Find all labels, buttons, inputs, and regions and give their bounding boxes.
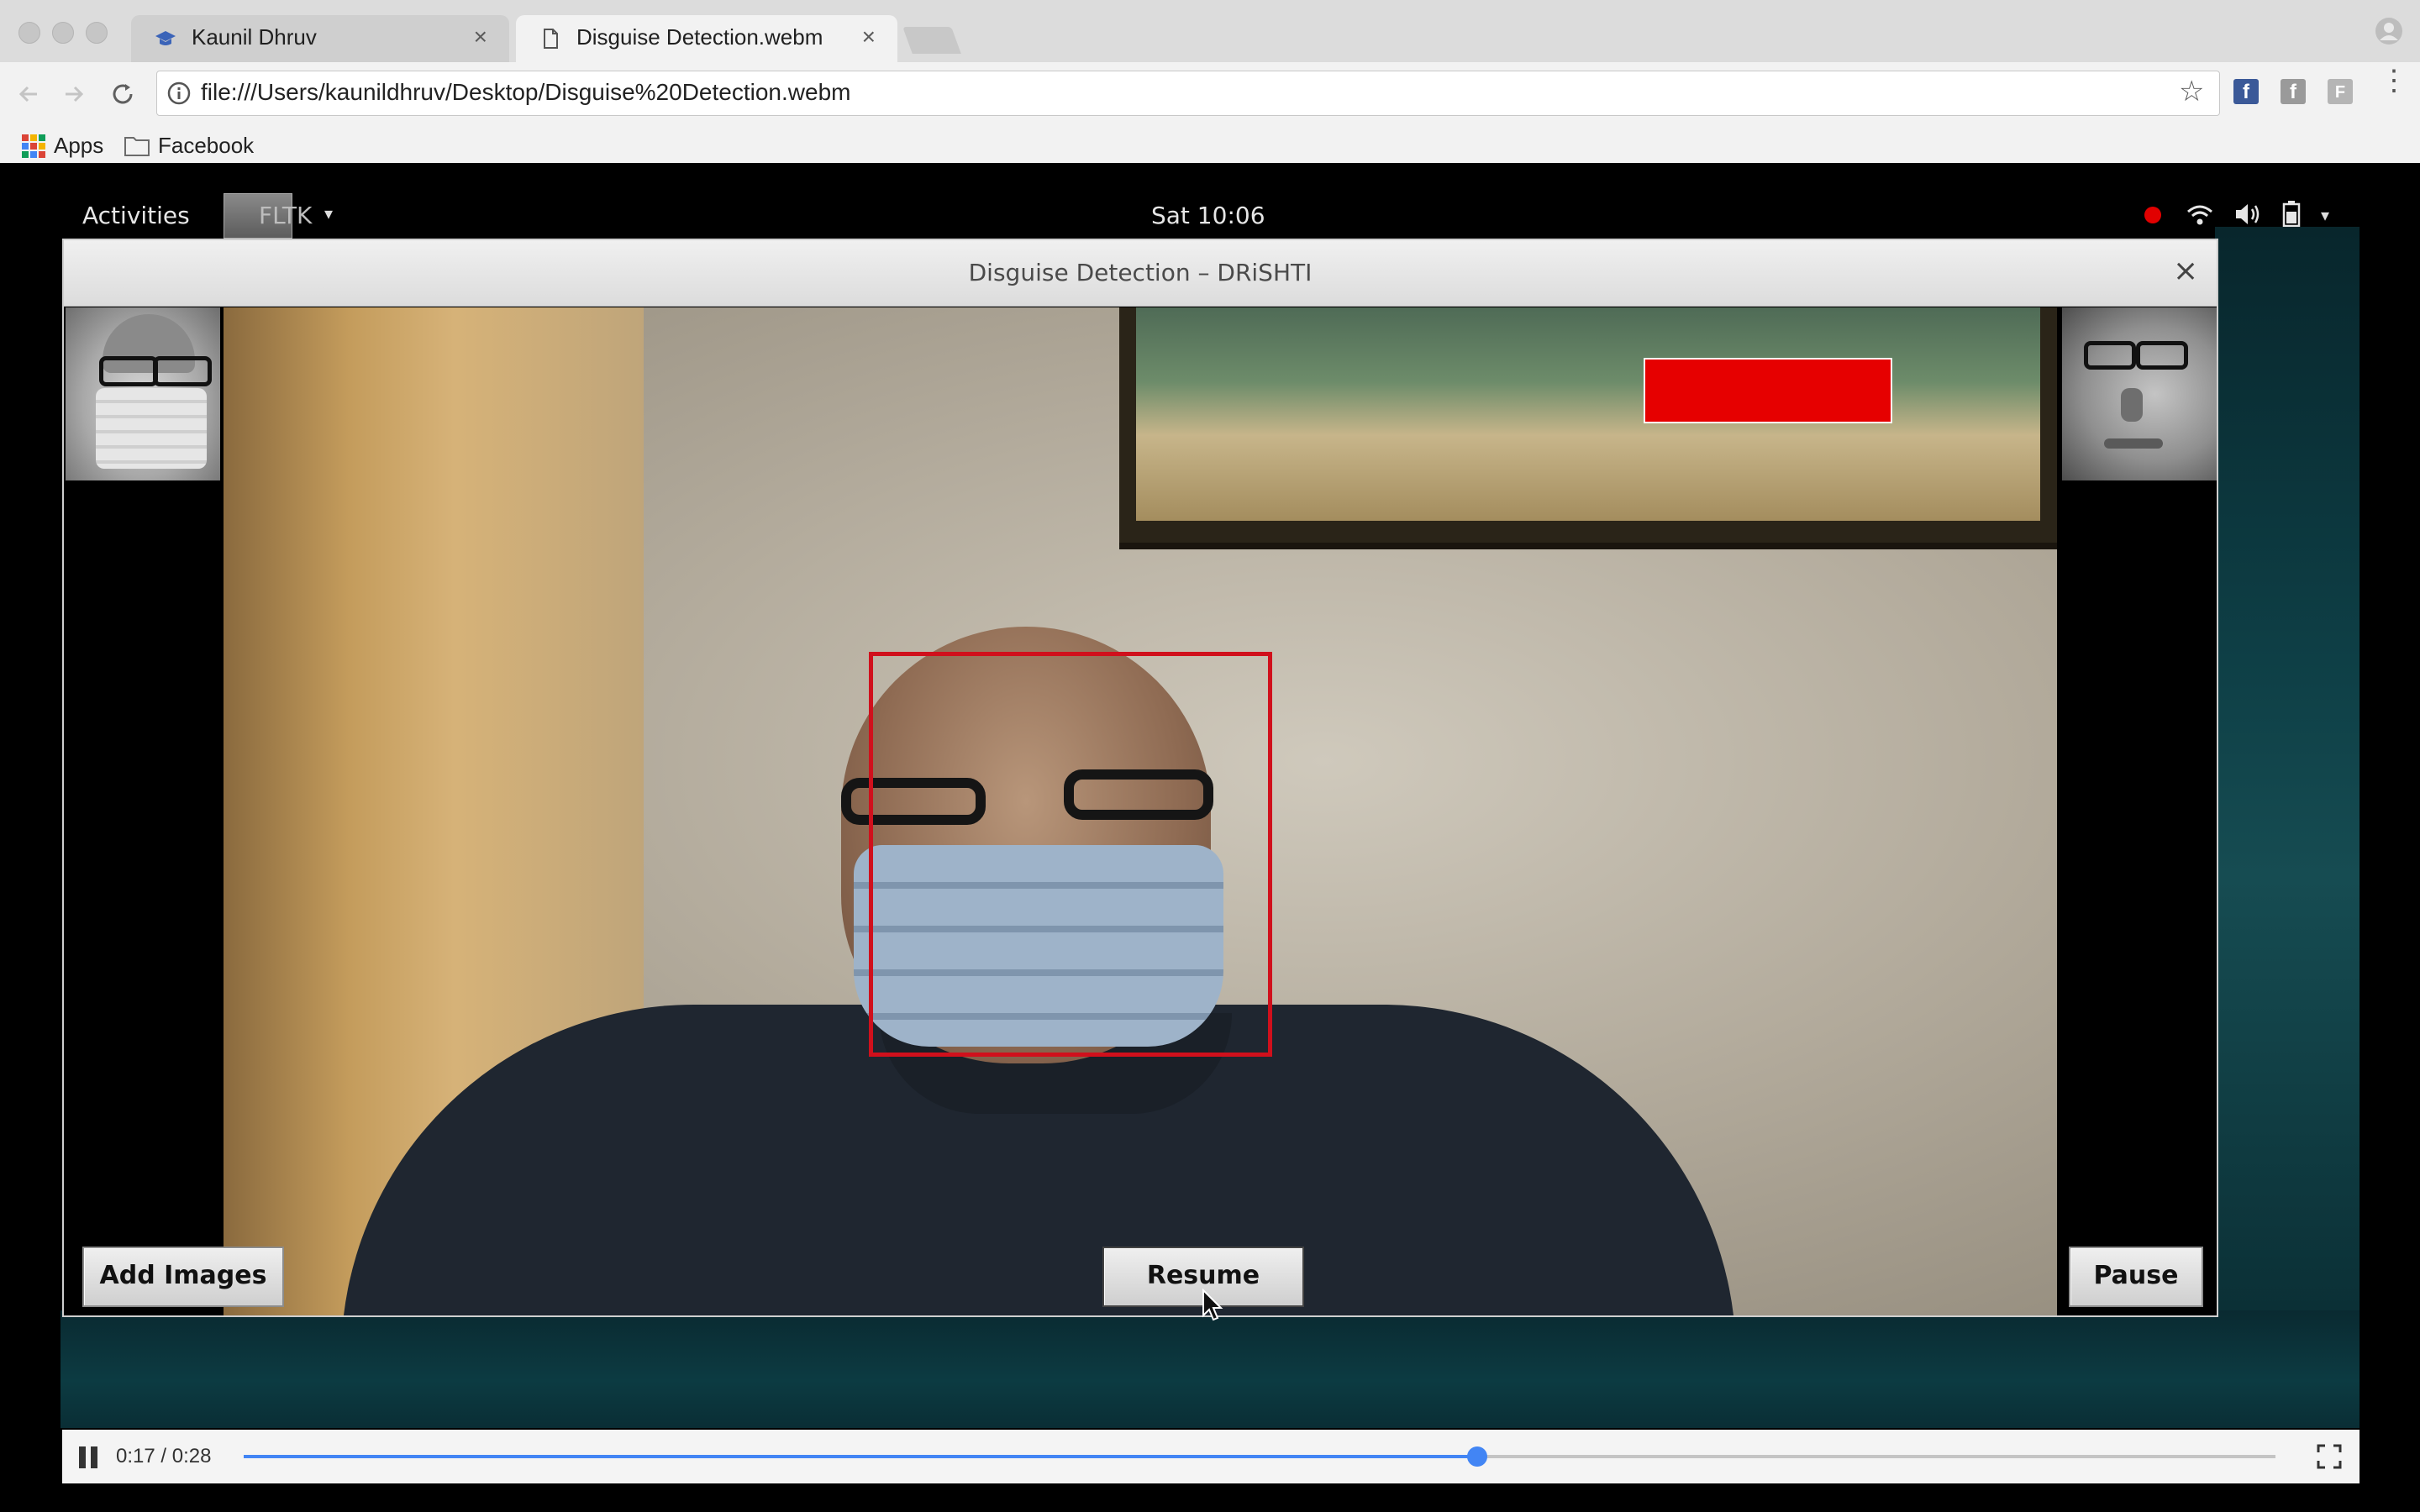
seek-bar-progress	[244, 1455, 1477, 1458]
tab-close-icon[interactable]: ×	[474, 24, 487, 50]
close-window-icon[interactable]	[18, 22, 40, 44]
minimize-window-icon[interactable]	[52, 22, 74, 44]
mouse-cursor-icon	[1202, 1289, 1223, 1321]
zoom-window-icon[interactable]	[86, 22, 108, 44]
time-display: 0:17 / 0:28	[116, 1445, 212, 1467]
tab-title: Disguise Detection.webm	[576, 24, 823, 50]
disguise-detection-window: Disguise Detection – DRiSHTI × Add Image…	[62, 239, 2218, 1317]
wifi-icon[interactable]	[2186, 203, 2213, 227]
browser-tab-strip: Kaunil Dhruv × Disguise Detection.webm ×	[0, 0, 2420, 62]
seek-bar[interactable]	[244, 1446, 2275, 1467]
video-controls: 0:17 / 0:28	[62, 1430, 2360, 1483]
graduation-cap-icon	[155, 31, 176, 45]
pause-button[interactable]: Pause	[2069, 1247, 2203, 1307]
profile-icon[interactable]	[2375, 17, 2403, 45]
system-menu-chevron-icon[interactable]: ▾	[2321, 205, 2329, 225]
fullscreen-icon[interactable]	[2316, 1443, 2343, 1470]
bookmarks-bar: Apps Facebook	[0, 126, 2420, 164]
tab-kaunil-dhruv[interactable]: Kaunil Dhruv ×	[131, 15, 509, 62]
window-titlebar: Disguise Detection – DRiSHTI ×	[64, 240, 2217, 307]
tab-close-icon[interactable]: ×	[862, 24, 876, 50]
extension-f-icon[interactable]: F	[2328, 79, 2353, 104]
document-icon	[544, 29, 558, 49]
new-tab-button[interactable]	[902, 27, 961, 54]
folder-icon	[124, 137, 150, 156]
back-arrow-icon[interactable]	[15, 81, 42, 108]
pause-icon[interactable]	[91, 1446, 97, 1468]
address-bar[interactable]: file:///Users/kaunildhruv/Desktop/Disgui…	[156, 71, 2220, 116]
apps-grid-icon	[22, 134, 45, 158]
wall-painting	[1119, 307, 2057, 549]
info-icon[interactable]	[167, 81, 191, 105]
tab-title: Kaunil Dhruv	[192, 24, 317, 50]
record-indicator-icon	[2144, 207, 2161, 223]
facebook-extension-icon[interactable]: f	[2281, 79, 2306, 104]
window-title: Disguise Detection – DRiSHTI	[968, 259, 1313, 286]
window-close-icon[interactable]: ×	[2173, 254, 2198, 288]
battery-icon[interactable]	[2282, 200, 2301, 227]
url-text: file:///Users/kaunildhruv/Desktop/Disgui…	[201, 79, 851, 105]
camera-feed	[224, 307, 2057, 1315]
activities-button[interactable]: Activities	[82, 202, 190, 229]
chevron-down-icon: ▾	[324, 203, 334, 223]
tab-disguise-detection[interactable]: Disguise Detection.webm ×	[516, 15, 897, 62]
volume-icon[interactable]	[2233, 202, 2262, 227]
bookmark-star-icon[interactable]: ☆	[2179, 75, 2204, 108]
face-detection-box	[869, 652, 1272, 1057]
app-menu-label[interactable]: FLTK	[259, 202, 312, 229]
desktop-wallpaper	[60, 1310, 2360, 1428]
reference-image-unmasked	[2062, 307, 2217, 480]
pause-icon[interactable]	[79, 1446, 86, 1468]
add-images-button[interactable]: Add Images	[82, 1247, 284, 1307]
reload-icon[interactable]	[109, 81, 136, 108]
bookmark-facebook[interactable]: Facebook	[158, 133, 254, 159]
alert-indicator	[1644, 358, 1892, 423]
clock[interactable]: Sat 10:06	[1151, 202, 1265, 229]
reference-image-masked	[66, 307, 220, 480]
facebook-extension-icon[interactable]: f	[2233, 79, 2259, 104]
desktop-wallpaper	[2215, 227, 2360, 1310]
menu-kebab-icon[interactable]: ⋮	[2380, 66, 2408, 95]
bookmark-apps[interactable]: Apps	[54, 133, 103, 159]
forward-arrow-icon[interactable]	[60, 81, 87, 108]
seek-bar-handle[interactable]	[1466, 1446, 1487, 1467]
